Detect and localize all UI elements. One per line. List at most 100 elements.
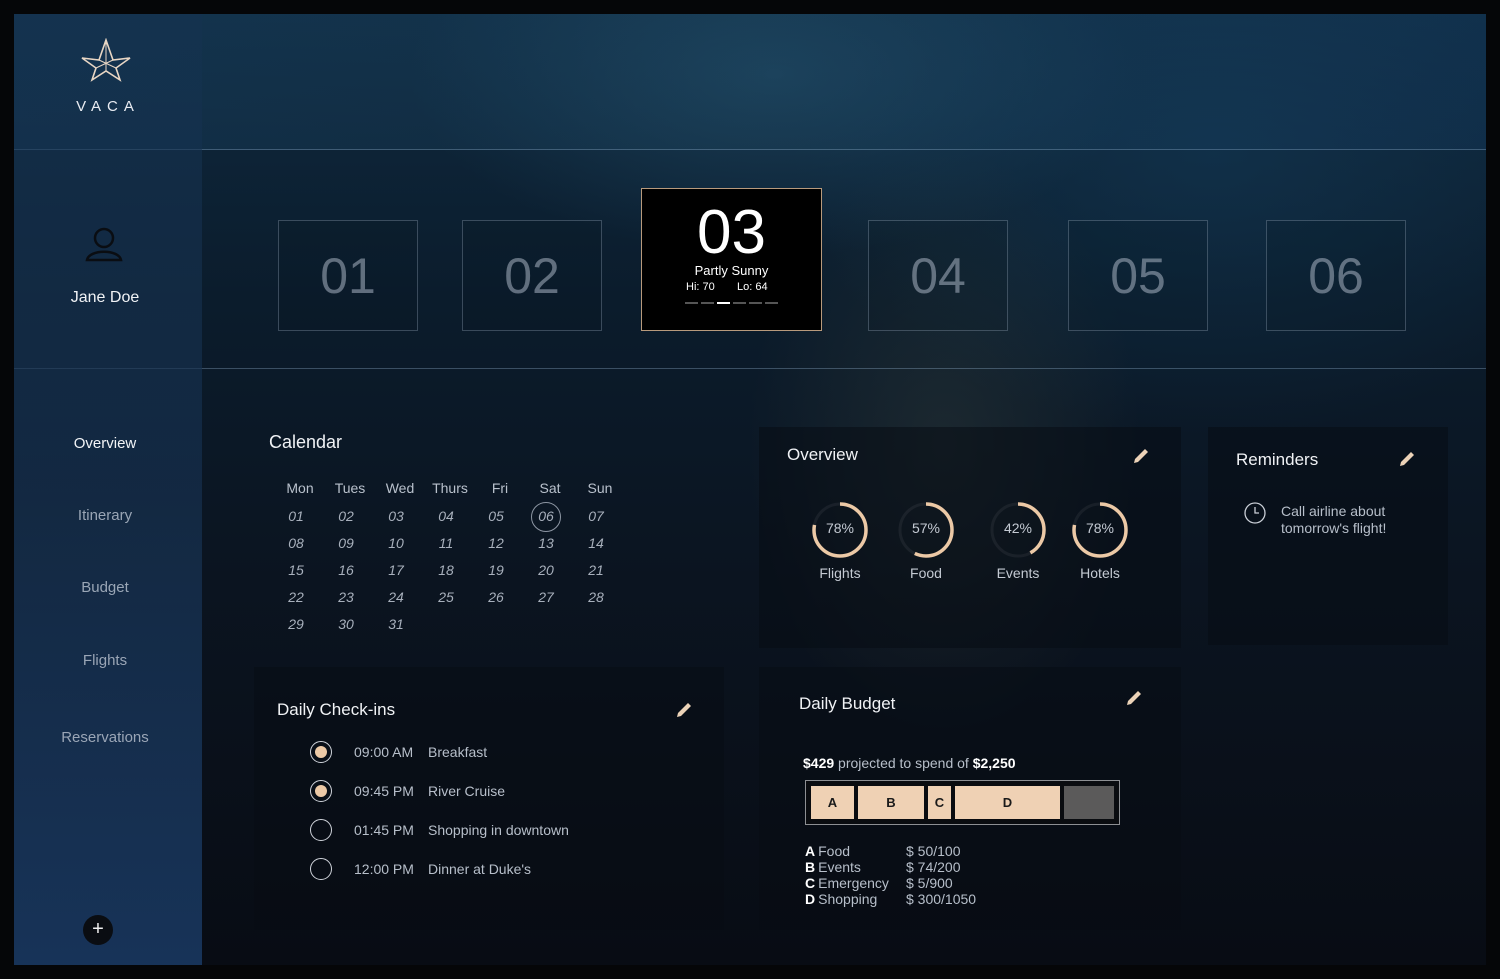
calendar-date[interactable]: 23	[321, 589, 371, 605]
legend-name: Events	[818, 859, 861, 875]
calendar-date[interactable]: 07	[571, 508, 621, 524]
budget-segment-remaining	[1064, 786, 1114, 819]
add-button[interactable]: +	[83, 915, 113, 945]
day-pager	[685, 302, 778, 304]
checkin-text[interactable]: Dinner at Duke's	[428, 861, 531, 877]
day-card-04[interactable]: 04	[868, 220, 1008, 331]
checkin-toggle[interactable]	[310, 741, 332, 763]
header-band	[14, 14, 1486, 150]
legend-amount: $ 74/200	[906, 859, 961, 875]
days-divider	[14, 368, 1486, 369]
ring-label: Events	[996, 565, 1040, 581]
nav-itinerary[interactable]: Itinerary	[14, 507, 196, 524]
pencil-icon[interactable]	[1132, 447, 1150, 465]
budget-projected-text: projected to spend of	[838, 755, 969, 771]
calendar-date[interactable]: 29	[271, 616, 321, 632]
pager-dot[interactable]	[701, 302, 714, 304]
calendar-date[interactable]: 16	[321, 562, 371, 578]
calendar-weekday: Wed	[385, 480, 415, 496]
budget-segment[interactable]: B	[858, 786, 924, 819]
calendar-date[interactable]: 28	[571, 589, 621, 605]
calendar-weekday: Tues	[334, 480, 366, 496]
ring-label: Hotels	[1080, 565, 1120, 581]
pencil-icon[interactable]	[675, 701, 693, 719]
legend-key: C	[805, 875, 816, 891]
calendar-date[interactable]: 24	[371, 589, 421, 605]
reminder-item[interactable]: Call airline about tomorrow's flight!	[1281, 503, 1421, 537]
nav-overview[interactable]: Overview	[14, 435, 196, 452]
calendar-date[interactable]: 18	[421, 562, 471, 578]
calendar-date[interactable]: 17	[371, 562, 421, 578]
calendar-date[interactable]: 21	[571, 562, 621, 578]
calendar-date[interactable]: 05	[471, 508, 521, 524]
checkin-text[interactable]: Shopping in downtown	[428, 822, 569, 838]
budget-segment[interactable]: A	[811, 786, 854, 819]
pager-dot[interactable]	[765, 302, 778, 304]
legend-key: D	[805, 891, 816, 907]
calendar-date[interactable]: 02	[321, 508, 371, 524]
ring-value: 42%	[1003, 520, 1033, 536]
budget-total: $2,250	[972, 755, 1016, 771]
day-card-active[interactable]: 03 Partly Sunny Hi: 70 Lo: 64	[641, 188, 822, 331]
nav-flights[interactable]: Flights	[14, 652, 196, 669]
calendar-date[interactable]: 30	[321, 616, 371, 632]
nav-reservations[interactable]: Reservations	[14, 729, 196, 746]
pager-dot-active[interactable]	[717, 302, 730, 304]
checkin-time: 12:00 PM	[354, 861, 414, 877]
checkin-text[interactable]: Breakfast	[428, 744, 487, 760]
budget-segment[interactable]: D	[955, 786, 1060, 819]
day-card-06[interactable]: 06	[1266, 220, 1406, 331]
day-card-02[interactable]: 02	[462, 220, 602, 331]
calendar-weekday: Mon	[286, 480, 314, 496]
pager-dot[interactable]	[685, 302, 698, 304]
day-card-05[interactable]: 05	[1068, 220, 1208, 331]
calendar-date[interactable]: 11	[421, 535, 471, 551]
calendar-date[interactable]: 14	[571, 535, 621, 551]
checkin-toggle[interactable]	[310, 858, 332, 880]
checkin-toggle[interactable]	[310, 780, 332, 802]
ring-label: Flights	[819, 565, 861, 581]
legend-name: Emergency	[818, 875, 889, 891]
calendar-date[interactable]: 20	[521, 562, 571, 578]
nav-budget[interactable]: Budget	[14, 579, 196, 596]
checkin-text[interactable]: River Cruise	[428, 783, 505, 799]
calendar-date[interactable]: 19	[471, 562, 521, 578]
legend-name: Shopping	[818, 891, 878, 907]
weather-high: Hi: 70	[686, 281, 715, 293]
pencil-icon[interactable]	[1125, 689, 1143, 707]
calendar-date[interactable]: 26	[471, 589, 521, 605]
checkin-toggle[interactable]	[310, 819, 332, 841]
calendar-date[interactable]: 06	[521, 508, 571, 524]
legend-name: Food	[818, 843, 851, 859]
ring-value: 78%	[1085, 520, 1115, 536]
calendar-date[interactable]: 01	[271, 508, 321, 524]
day-card-01[interactable]: 01	[278, 220, 418, 331]
calendar-date[interactable]: 10	[371, 535, 421, 551]
pager-dot[interactable]	[733, 302, 746, 304]
calendar-date[interactable]: 15	[271, 562, 321, 578]
calendar-date[interactable]: 13	[521, 535, 571, 551]
calendar-date[interactable]: 25	[421, 589, 471, 605]
pager-dot[interactable]	[749, 302, 762, 304]
ring-label: Food	[910, 565, 942, 581]
pencil-icon[interactable]	[1398, 450, 1416, 468]
legend-item: B Events	[805, 859, 861, 875]
calendar-date[interactable]: 12	[471, 535, 521, 551]
calendar-date[interactable]: 22	[271, 589, 321, 605]
calendar-date[interactable]: 31	[371, 616, 421, 632]
checkins-title: Daily Check-ins	[277, 700, 396, 719]
budget-summary: $429 projected to spend of $2,250	[803, 755, 1016, 771]
calendar-date[interactable]: 08	[271, 535, 321, 551]
calendar-date[interactable]: 09	[321, 535, 371, 551]
checkin-time: 01:45 PM	[354, 822, 414, 838]
calendar-title: Calendar	[269, 432, 343, 452]
budget-title: Daily Budget	[799, 694, 896, 713]
budget-segment[interactable]: C	[928, 786, 951, 819]
calendar-date[interactable]: 03	[371, 508, 421, 524]
reminders-title: Reminders	[1236, 450, 1319, 469]
brand-name: VACA	[76, 98, 140, 115]
calendar-date[interactable]: 27	[521, 589, 571, 605]
clock-icon	[1244, 502, 1266, 524]
calendar-date[interactable]: 04	[421, 508, 471, 524]
star-logo-icon	[81, 38, 131, 82]
